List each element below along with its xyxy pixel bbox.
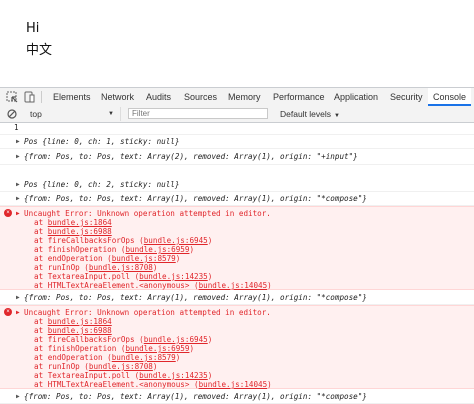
console-row[interactable]: ▶ {from: Pos, to: Pos, text: Array(1), r… xyxy=(0,291,474,305)
context-selector[interactable]: top ▼ xyxy=(22,107,121,121)
tab-application[interactable]: Application xyxy=(334,88,378,106)
expand-caret-icon[interactable]: ▶ xyxy=(16,195,20,202)
expand-caret-icon[interactable]: ▶ xyxy=(16,138,20,145)
stack-frame: at finishOperation (bundle.js:6959) xyxy=(34,344,195,353)
console-log-text: {from: Pos, to: Pos, text: Array(1), rem… xyxy=(24,194,367,203)
stack-frame: at HTMLTextAreaElement.<anonymous> (bund… xyxy=(34,281,272,290)
log-levels-dropdown[interactable]: Default levels ▼ xyxy=(280,107,340,121)
expand-caret-icon[interactable]: ▶ xyxy=(16,393,20,400)
stack-link[interactable]: bundle.js:1864 xyxy=(48,317,112,326)
stack-link[interactable]: bundle.js:14235 xyxy=(139,272,208,281)
chevron-down-icon: ▼ xyxy=(108,111,114,117)
stack-frame: at endOperation (bundle.js:8579) xyxy=(34,353,181,362)
stack-frame: at bundle.js:1864 xyxy=(34,317,112,326)
console-row: 1 xyxy=(0,123,474,135)
context-selector-value: top xyxy=(30,109,42,119)
console-filter-input[interactable] xyxy=(128,108,268,119)
stack-frame: at fireCallbacksForOps (bundle.js:6945) xyxy=(34,335,213,344)
log-levels-label: Default levels xyxy=(280,109,332,119)
console-log-text: {from: Pos, to: Pos, text: Array(1), rem… xyxy=(24,392,367,401)
stack-link[interactable]: bundle.js:8708 xyxy=(89,263,153,272)
tab-network[interactable]: Network xyxy=(101,88,134,106)
console-row[interactable]: ▶ {from: Pos, to: Pos, text: Array(2), r… xyxy=(0,149,474,165)
tab-security[interactable]: Security xyxy=(390,88,423,106)
stack-link[interactable]: bundle.js:8579 xyxy=(112,254,176,263)
clear-console-icon[interactable] xyxy=(7,109,17,119)
stack-link[interactable]: bundle.js:6988 xyxy=(48,326,112,335)
stack-link[interactable]: bundle.js:6945 xyxy=(144,335,208,344)
tab-performance[interactable]: Performance xyxy=(273,88,325,106)
expand-caret-icon[interactable]: ▶ xyxy=(16,181,20,188)
tab-console[interactable]: Console xyxy=(428,88,472,106)
console-line-number: 1 xyxy=(14,123,19,132)
tab-separator xyxy=(41,91,42,103)
console-error[interactable]: × ▶ Uncaught Error: Unknown operation at… xyxy=(0,206,474,290)
stack-frame: at TextareaInput.poll (bundle.js:14235) xyxy=(34,272,213,281)
console-log-text: {from: Pos, to: Pos, text: Array(1), rem… xyxy=(24,293,367,302)
page-preview: Hi 中文 xyxy=(0,0,474,87)
tab-sources[interactable]: Sources xyxy=(184,88,217,106)
error-message: Uncaught Error: Unknown operation attemp… xyxy=(24,209,271,218)
tab-elements[interactable]: Elements xyxy=(53,88,91,106)
console-row[interactable]: ▶ Pos {line: 0, ch: 1, sticky: null} xyxy=(0,135,474,149)
stack-link[interactable]: bundle.js:8708 xyxy=(89,362,153,371)
console-toolbar: top ▼ Default levels▼ xyxy=(0,106,474,123)
console-log-text: Pos {line: 0, ch: 2, sticky: null} xyxy=(24,180,180,189)
stack-frame: at finishOperation (bundle.js:6959) xyxy=(34,245,195,254)
expand-caret-icon[interactable]: ▶ xyxy=(16,309,20,316)
stack-frame: at runInOp (bundle.js:8708) xyxy=(34,263,158,272)
chevron-down-icon: ▼ xyxy=(334,113,340,119)
expand-caret-icon[interactable]: ▶ xyxy=(16,210,20,217)
stack-frame: at endOperation (bundle.js:8579) xyxy=(34,254,181,263)
console-row[interactable]: ▶ {from: Pos, to: Pos, text: Array(1), r… xyxy=(0,192,474,206)
stack-frame: at HTMLTextAreaElement.<anonymous> (bund… xyxy=(34,380,272,389)
stack-frame: at TextareaInput.poll (bundle.js:14235) xyxy=(34,371,213,380)
expand-caret-icon[interactable]: ▶ xyxy=(16,153,20,160)
stack-frame: at bundle.js:1864 xyxy=(34,218,112,227)
console-log-text: Pos {line: 0, ch: 1, sticky: null} xyxy=(24,137,180,146)
stack-frame: at fireCallbacksForOps (bundle.js:6945) xyxy=(34,236,213,245)
console-row[interactable]: ▶ {from: Pos, to: Pos, text: Array(1), r… xyxy=(0,390,474,404)
expand-caret-icon[interactable]: ▶ xyxy=(16,294,20,301)
stack-link[interactable]: bundle.js:6945 xyxy=(144,236,208,245)
stack-link[interactable]: bundle.js:1864 xyxy=(48,218,112,227)
error-icon: × xyxy=(4,209,12,217)
console-output: 1 ▶ Pos {line: 0, ch: 1, sticky: null} ▶… xyxy=(0,123,474,404)
inspect-element-icon[interactable] xyxy=(5,90,19,104)
stack-link[interactable]: bundle.js:6959 xyxy=(125,245,189,254)
tab-audits[interactable]: Audits xyxy=(146,88,171,106)
console-row[interactable]: ▶ Pos {line: 0, ch: 2, sticky: null} xyxy=(0,177,474,192)
stack-link[interactable]: bundle.js:6988 xyxy=(48,227,112,236)
stack-frame: at bundle.js:6988 xyxy=(34,326,112,335)
error-icon: × xyxy=(4,308,12,316)
stack-link[interactable]: bundle.js:14235 xyxy=(139,371,208,380)
stack-frame: at bundle.js:6988 xyxy=(34,227,112,236)
page-text-line-2: 中文 xyxy=(26,43,53,58)
page-text-line-1: Hi xyxy=(26,21,40,36)
stack-frame: at runInOp (bundle.js:8708) xyxy=(34,362,158,371)
stack-link[interactable]: bundle.js:14045 xyxy=(199,380,268,389)
tab-memory[interactable]: Memory xyxy=(228,88,261,106)
error-message: Uncaught Error: Unknown operation attemp… xyxy=(24,308,271,317)
devtools-tab-bar: Elements Network Audits Sources Memory P… xyxy=(0,87,474,107)
stack-link[interactable]: bundle.js:8579 xyxy=(112,353,176,362)
console-error[interactable]: × ▶ Uncaught Error: Unknown operation at… xyxy=(0,305,474,389)
device-toolbar-icon[interactable] xyxy=(22,90,36,104)
console-log-text: {from: Pos, to: Pos, text: Array(2), rem… xyxy=(24,152,358,161)
stack-link[interactable]: bundle.js:14045 xyxy=(199,281,268,290)
stack-link[interactable]: bundle.js:6959 xyxy=(125,344,189,353)
